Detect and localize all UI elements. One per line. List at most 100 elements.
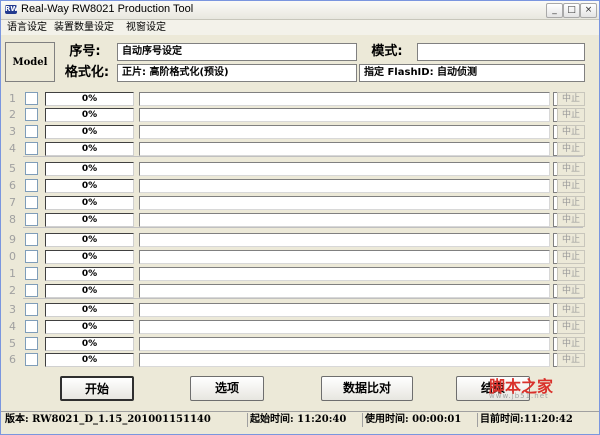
row-number: 6: [9, 353, 16, 366]
options-button[interactable]: 选项: [190, 376, 264, 401]
row-progress-bar: [139, 196, 550, 210]
window-title: Real-Way RW8021 Production Tool: [21, 3, 194, 15]
row-checkbox[interactable]: [25, 353, 38, 366]
row-stop-button[interactable]: 中止: [557, 353, 585, 367]
row-stop-button[interactable]: 中止: [557, 125, 585, 139]
group-divider: [23, 227, 583, 228]
row-percent: 0%: [45, 284, 134, 298]
row-progress-bar: [139, 142, 550, 156]
row-percent: 0%: [45, 267, 134, 281]
status-start-time: 起始时间: 11:20:40: [248, 413, 363, 427]
row-percent: 0%: [45, 179, 134, 193]
row-checkbox[interactable]: [25, 108, 38, 121]
row-percent: 0%: [45, 142, 134, 156]
row-stop-button[interactable]: 中止: [557, 284, 585, 298]
row-stop-button[interactable]: 中止: [557, 142, 585, 156]
row-stop-button[interactable]: 中止: [557, 162, 585, 176]
flash-id-value[interactable]: 指定 FlashID: 自动侦测: [359, 64, 585, 82]
device-row: 1 0% 中止: [1, 267, 599, 281]
row-progress-bar: [139, 250, 550, 264]
format-label: 格式化:: [59, 64, 115, 82]
row-progress-bar: [139, 337, 550, 351]
row-progress-bar: [139, 284, 550, 298]
row-checkbox[interactable]: [25, 250, 38, 263]
mode-label: 模式:: [359, 43, 415, 61]
row-percent: 0%: [45, 303, 134, 317]
row-checkbox[interactable]: [25, 142, 38, 155]
seq-value[interactable]: 自动序号设定: [117, 43, 357, 61]
row-checkbox[interactable]: [25, 92, 38, 105]
menu-bar: 语言设定 装置数量设定 视窗设定: [1, 20, 599, 35]
status-current-time: 目前时间:11:20:42: [480, 414, 573, 425]
row-percent: 0%: [45, 196, 134, 210]
row-percent: 0%: [45, 125, 134, 139]
row-number: 7: [9, 196, 16, 209]
row-stop-button[interactable]: 中止: [557, 303, 585, 317]
row-number: 8: [9, 213, 16, 226]
status-bar: 版本: RW8021_D_1.15_201001151140 起始时间: 11:…: [1, 411, 599, 428]
row-percent: 0%: [45, 250, 134, 264]
row-checkbox[interactable]: [25, 320, 38, 333]
status-used-time: 使用时间: 00:00:01: [363, 413, 478, 427]
row-progress-bar: [139, 162, 550, 176]
group-divider: [23, 298, 583, 299]
device-row: 1 0% 中止: [1, 92, 599, 106]
row-progress-bar: [139, 303, 550, 317]
title-bar[interactable]: RW Real-Way RW8021 Production Tool _ □ ×: [1, 1, 599, 20]
row-number: 2: [9, 108, 16, 121]
row-number: 4: [9, 320, 16, 333]
row-checkbox[interactable]: [25, 213, 38, 226]
device-row: 0 0% 中止: [1, 250, 599, 264]
menu-device-count[interactable]: 装置数量设定: [52, 21, 116, 34]
close-button[interactable]: ×: [580, 3, 597, 18]
start-button[interactable]: 开始: [60, 376, 134, 401]
row-checkbox[interactable]: [25, 267, 38, 280]
row-percent: 0%: [45, 162, 134, 176]
row-checkbox[interactable]: [25, 125, 38, 138]
compare-button[interactable]: 数据比对: [321, 376, 413, 401]
row-checkbox[interactable]: [25, 337, 38, 350]
row-checkbox[interactable]: [25, 284, 38, 297]
row-checkbox[interactable]: [25, 303, 38, 316]
row-percent: 0%: [45, 233, 134, 247]
row-checkbox[interactable]: [25, 233, 38, 246]
row-percent: 0%: [45, 337, 134, 351]
row-number: 6: [9, 179, 16, 192]
minimize-button[interactable]: _: [546, 3, 563, 18]
maximize-button[interactable]: □: [563, 3, 580, 18]
row-percent: 0%: [45, 108, 134, 122]
menu-view-settings[interactable]: 视窗设定: [124, 21, 168, 34]
device-row: 6 0% 中止: [1, 353, 599, 367]
device-row: 4 0% 中止: [1, 142, 599, 156]
row-stop-button[interactable]: 中止: [557, 267, 585, 281]
row-checkbox[interactable]: [25, 179, 38, 192]
row-number: 3: [9, 303, 16, 316]
row-number: 0: [9, 250, 16, 263]
row-checkbox[interactable]: [25, 162, 38, 175]
row-progress-bar: [139, 179, 550, 193]
group-divider: [23, 156, 583, 157]
row-stop-button[interactable]: 中止: [557, 108, 585, 122]
row-progress-bar: [139, 92, 550, 106]
row-stop-button[interactable]: 中止: [557, 250, 585, 264]
mode-value[interactable]: [417, 43, 585, 61]
menu-language[interactable]: 语言设定: [5, 21, 49, 34]
device-row: 2 0% 中止: [1, 108, 599, 122]
row-checkbox[interactable]: [25, 196, 38, 209]
row-stop-button[interactable]: 中止: [557, 92, 585, 106]
row-stop-button[interactable]: 中止: [557, 320, 585, 334]
row-stop-button[interactable]: 中止: [557, 337, 585, 351]
device-row: 7 0% 中止: [1, 196, 599, 210]
row-stop-button[interactable]: 中止: [557, 196, 585, 210]
row-stop-button[interactable]: 中止: [557, 179, 585, 193]
watermark-url: www.jb51.net: [489, 392, 549, 400]
format-value[interactable]: 正片: 高阶格式化(预设): [117, 64, 357, 82]
row-stop-button[interactable]: 中止: [557, 213, 585, 227]
row-progress-bar: [139, 233, 550, 247]
row-number: 5: [9, 337, 16, 350]
row-progress-bar: [139, 353, 550, 367]
row-stop-button[interactable]: 中止: [557, 233, 585, 247]
row-number: 3: [9, 125, 16, 138]
seq-label: 序号:: [59, 43, 111, 61]
status-version: 版本: RW8021_D_1.15_201001151140: [3, 413, 248, 427]
